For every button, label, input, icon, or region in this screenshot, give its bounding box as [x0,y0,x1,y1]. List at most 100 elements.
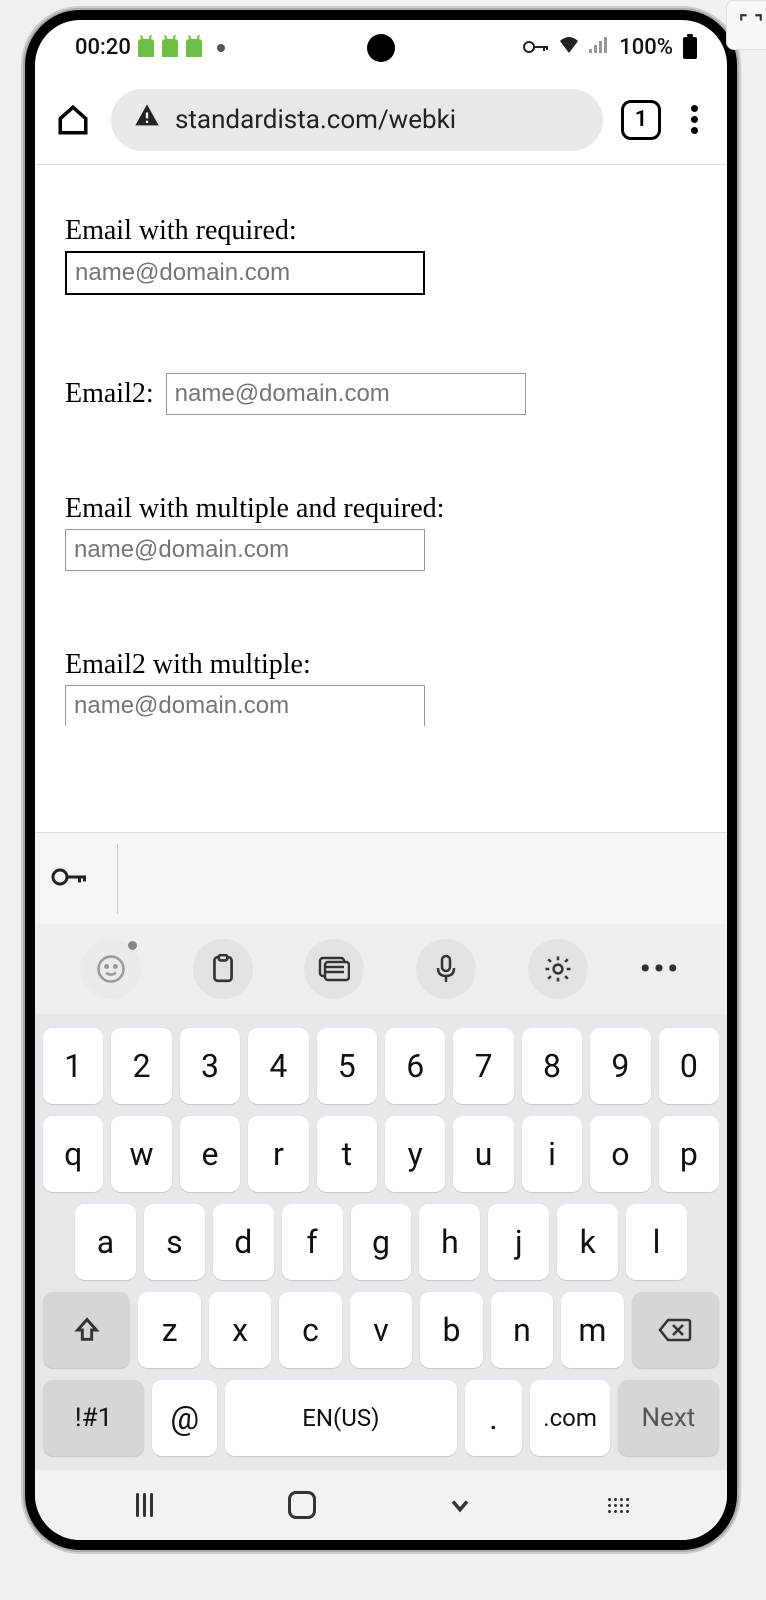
key-w[interactable]: w [111,1116,171,1192]
navigation-bar [35,1470,727,1540]
space-key[interactable]: EN(US) [225,1380,456,1456]
key-h[interactable]: h [419,1204,480,1280]
keyboard-row-bottom: !#1 @ EN(US) . .com Next [43,1380,719,1456]
wifi-icon [557,35,581,61]
back-button[interactable] [430,1485,490,1525]
keyboard: 1 2 3 4 5 6 7 8 9 0 q w e r t y u i o p … [35,1014,727,1470]
key-s[interactable]: s [144,1204,205,1280]
key-t[interactable]: t [317,1116,377,1192]
battery-icon [683,37,697,59]
keyboard-settings-button[interactable] [528,939,588,999]
at-key[interactable]: @ [152,1380,217,1456]
key-6[interactable]: 6 [385,1028,445,1104]
url-text: standardista.com/webki [175,105,456,135]
email2-multiple-input[interactable] [65,685,425,726]
form-field-email2-multiple: Email2 with multiple: [65,649,697,726]
form-field-email-multiple-required: Email with multiple and required: [65,493,697,571]
key-g[interactable]: g [351,1204,412,1280]
notification-icon [186,39,202,57]
autofill-bar [35,832,727,924]
phone-screen: 00:20 100% s t a [35,20,727,1540]
status-time: 00:20 [75,35,131,60]
key-o[interactable]: o [590,1116,650,1192]
signal-icon [589,35,611,61]
home-nav-button[interactable] [272,1485,332,1525]
key-p[interactable]: p [659,1116,719,1192]
password-key-icon[interactable] [51,867,87,891]
email2-input[interactable] [166,373,526,415]
voice-input-button[interactable] [416,939,476,999]
field-label: Email with required: [65,215,697,247]
divider [117,844,118,914]
not-secure-icon [133,102,161,137]
key-3[interactable]: 3 [180,1028,240,1104]
keyboard-toggle-button[interactable] [588,1485,648,1525]
vpn-key-icon [523,35,549,60]
key-9[interactable]: 9 [590,1028,650,1104]
next-key[interactable]: Next [618,1380,719,1456]
page-content[interactable]: Email with required: Email2: Email with … [35,165,727,832]
recents-button[interactable] [114,1485,174,1525]
form-field-email2: Email2: [65,373,697,415]
notification-icon [138,39,154,57]
crop-indicator [726,0,766,50]
period-key[interactable]: . [465,1380,523,1456]
browser-toolbar: standardista.com/webki 1 [35,75,727,165]
key-v[interactable]: v [350,1292,412,1368]
key-b[interactable]: b [420,1292,482,1368]
status-left: 00:20 [75,35,225,60]
key-y[interactable]: y [385,1116,445,1192]
key-m[interactable]: m [561,1292,623,1368]
notification-icon [162,39,178,57]
field-label: Email2: [65,378,154,410]
keyboard-row-asdf: a s d f g h j k l [43,1204,719,1280]
status-right: 100% [523,35,697,61]
key-8[interactable]: 8 [522,1028,582,1104]
keyboard-toolbar: ••• [35,924,727,1014]
overflow-menu-button[interactable] [679,100,709,140]
camera-notch [367,34,395,62]
shift-key[interactable] [43,1292,130,1368]
key-k[interactable]: k [557,1204,618,1280]
key-c[interactable]: c [279,1292,341,1368]
keyboard-row-numbers: 1 2 3 4 5 6 7 8 9 0 [43,1028,719,1104]
email-required-input[interactable] [65,251,425,295]
phone-frame: 00:20 100% s t a [25,10,737,1550]
key-x[interactable]: x [209,1292,271,1368]
key-l[interactable]: l [626,1204,687,1280]
keyboard-more-button[interactable]: ••• [640,952,681,987]
symbols-key[interactable]: !#1 [43,1380,144,1456]
key-1[interactable]: 1 [43,1028,103,1104]
key-r[interactable]: r [248,1116,308,1192]
field-label: Email with multiple and required: [65,493,697,525]
backspace-key[interactable] [632,1292,719,1368]
dotcom-key[interactable]: .com [530,1380,610,1456]
email-multiple-required-input[interactable] [65,529,425,571]
clipboard-button[interactable] [193,939,253,999]
tab-count: 1 [635,107,648,132]
url-bar[interactable]: standardista.com/webki [111,89,603,151]
emoji-button[interactable] [81,939,141,999]
key-z[interactable]: z [138,1292,200,1368]
field-label: Email2 with multiple: [65,649,697,681]
key-d[interactable]: d [213,1204,274,1280]
keyboard-mode-button[interactable] [304,939,364,999]
key-j[interactable]: j [488,1204,549,1280]
battery-percent: 100% [619,35,673,60]
tabs-button[interactable]: 1 [621,100,661,140]
key-i[interactable]: i [522,1116,582,1192]
home-button[interactable] [53,100,93,140]
key-f[interactable]: f [282,1204,343,1280]
key-n[interactable]: n [491,1292,553,1368]
key-2[interactable]: 2 [111,1028,171,1104]
key-a[interactable]: a [75,1204,136,1280]
keyboard-row-qwerty: q w e r t y u i o p [43,1116,719,1192]
key-u[interactable]: u [453,1116,513,1192]
key-7[interactable]: 7 [453,1028,513,1104]
key-0[interactable]: 0 [659,1028,719,1104]
key-5[interactable]: 5 [317,1028,377,1104]
key-q[interactable]: q [43,1116,103,1192]
key-4[interactable]: 4 [248,1028,308,1104]
key-e[interactable]: e [180,1116,240,1192]
form-field-email-required: Email with required: [65,215,697,295]
